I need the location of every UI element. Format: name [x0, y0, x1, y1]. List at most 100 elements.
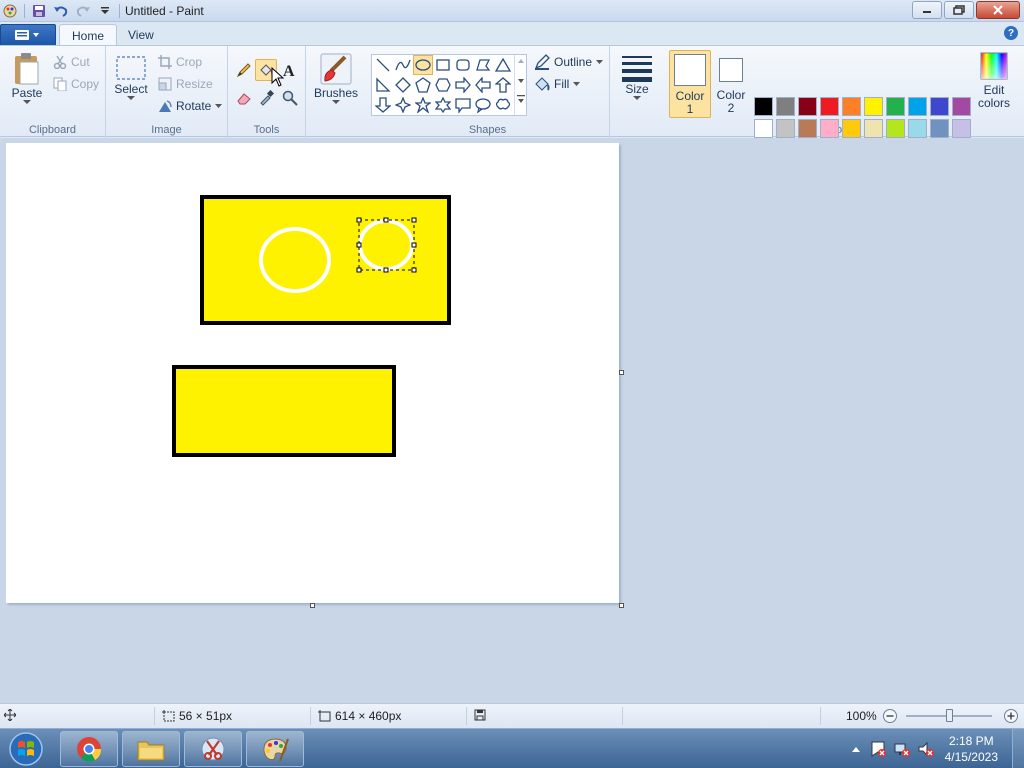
- rotate-button[interactable]: Rotate: [158, 96, 223, 116]
- fill-label: Fill: [554, 77, 570, 91]
- palette-swatch[interactable]: [864, 97, 883, 116]
- color1-button[interactable]: Color 1: [669, 50, 711, 118]
- five-point-star-shape[interactable]: [413, 95, 433, 115]
- zoom-in-button[interactable]: [1003, 708, 1019, 724]
- tab-view[interactable]: View: [116, 24, 166, 46]
- scissors-icon: [53, 55, 67, 69]
- palette-swatch[interactable]: [908, 97, 927, 116]
- palette-swatch[interactable]: [776, 119, 795, 138]
- palette-swatch[interactable]: [886, 97, 905, 116]
- taskbar-clock[interactable]: 2:18 PM 4/15/2023: [945, 733, 998, 765]
- color2-button[interactable]: Color 2: [713, 50, 749, 118]
- shapes-scrollbar[interactable]: [514, 55, 526, 115]
- rectangle-shape[interactable]: [433, 55, 453, 75]
- help-button[interactable]: ?: [1004, 26, 1018, 40]
- taskbar-snipping-tool[interactable]: [184, 731, 242, 767]
- palette-swatch[interactable]: [952, 97, 971, 116]
- fill-button[interactable]: Fill: [534, 74, 581, 94]
- eraser-tool[interactable]: [233, 87, 255, 109]
- edit-colors-button[interactable]: Edit colors: [974, 52, 1014, 118]
- brushes-button[interactable]: Brushes: [314, 52, 358, 105]
- palette-swatch[interactable]: [776, 97, 795, 116]
- canvas-resize-handle-right[interactable]: [619, 370, 624, 375]
- zoom-level: 100%: [846, 709, 877, 723]
- palette-swatch[interactable]: [798, 119, 817, 138]
- magnifier-tool[interactable]: [279, 87, 301, 109]
- right-triangle-shape[interactable]: [373, 75, 393, 95]
- palette-swatch[interactable]: [820, 119, 839, 138]
- palette-swatch[interactable]: [930, 119, 949, 138]
- six-point-star-shape[interactable]: [433, 95, 453, 115]
- copy-button[interactable]: Copy: [53, 74, 99, 94]
- curve-shape[interactable]: [393, 55, 413, 75]
- palette-swatch[interactable]: [798, 97, 817, 116]
- redo-icon[interactable]: [75, 3, 91, 19]
- line-shape[interactable]: [373, 55, 393, 75]
- pentagon-icon: [415, 77, 431, 93]
- drawing-canvas[interactable]: [6, 143, 619, 603]
- taskbar-paint[interactable]: [246, 731, 304, 767]
- color-picker-tool[interactable]: [255, 87, 277, 109]
- cloud-callout-shape[interactable]: [493, 95, 513, 115]
- palette-swatch[interactable]: [952, 119, 971, 138]
- windows-logo-icon: [9, 732, 43, 766]
- oval-shape[interactable]: [413, 55, 433, 75]
- action-center-icon[interactable]: [869, 740, 887, 758]
- ribbon: Paste Cut Copy Clipboard Select Crop Res…: [0, 45, 1024, 160]
- down-arrow-shape[interactable]: [373, 95, 393, 115]
- zoom-slider-thumb[interactable]: [946, 709, 953, 722]
- hexagon-shape[interactable]: [433, 75, 453, 95]
- zoom-slider[interactable]: [906, 709, 992, 722]
- minimize-button[interactable]: [912, 1, 942, 19]
- resize-button[interactable]: Resize: [158, 74, 213, 94]
- undo-icon[interactable]: [53, 3, 69, 19]
- show-hidden-icons-icon[interactable]: [851, 745, 861, 753]
- cut-label: Cut: [71, 55, 90, 69]
- diamond-shape[interactable]: [393, 75, 413, 95]
- zoom-out-button[interactable]: [882, 708, 898, 724]
- taskbar-chrome[interactable]: [60, 731, 118, 767]
- triangle-shape[interactable]: [493, 55, 513, 75]
- rounded-rectangle-shape[interactable]: [453, 55, 473, 75]
- palette-swatch[interactable]: [908, 119, 927, 138]
- crop-button[interactable]: Crop: [158, 52, 202, 72]
- restore-button[interactable]: [944, 1, 974, 19]
- paste-button[interactable]: Paste: [8, 52, 46, 105]
- taskbar-file-explorer[interactable]: [122, 731, 180, 767]
- show-desktop-button[interactable]: [1012, 729, 1024, 768]
- oval-callout-shape[interactable]: [473, 95, 493, 115]
- palette-swatch[interactable]: [754, 119, 773, 138]
- size-button[interactable]: Size: [618, 54, 656, 101]
- canvas-resize-handle-corner[interactable]: [619, 603, 624, 608]
- palette-swatch[interactable]: [842, 119, 861, 138]
- close-button[interactable]: [976, 1, 1020, 19]
- paint-app-icon[interactable]: [2, 3, 18, 19]
- save-icon[interactable]: [31, 3, 47, 19]
- palette-swatch[interactable]: [886, 119, 905, 138]
- volume-icon[interactable]: [917, 740, 935, 758]
- up-arrow-icon: [495, 77, 511, 93]
- four-point-star-shape[interactable]: [393, 95, 413, 115]
- left-arrow-shape[interactable]: [473, 75, 493, 95]
- palette-swatch[interactable]: [930, 97, 949, 116]
- up-arrow-shape[interactable]: [493, 75, 513, 95]
- color1-swatch: [674, 54, 706, 86]
- palette-swatch[interactable]: [864, 119, 883, 138]
- cut-button[interactable]: Cut: [53, 52, 90, 72]
- rectangular-callout-shape[interactable]: [453, 95, 473, 115]
- network-icon[interactable]: [893, 740, 911, 758]
- paint-menu-button[interactable]: [0, 24, 56, 46]
- pentagon-shape[interactable]: [413, 75, 433, 95]
- pencil-tool[interactable]: [233, 59, 255, 81]
- polygon-shape[interactable]: [473, 55, 493, 75]
- right-arrow-shape[interactable]: [453, 75, 473, 95]
- canvas-resize-handle-bottom[interactable]: [310, 603, 315, 608]
- select-button[interactable]: Select: [114, 54, 148, 101]
- tab-home[interactable]: Home: [59, 24, 118, 46]
- palette-swatch[interactable]: [820, 97, 839, 116]
- start-button[interactable]: [4, 731, 48, 767]
- outline-button[interactable]: Outline: [534, 52, 604, 72]
- customize-qat-icon[interactable]: [97, 3, 113, 19]
- palette-swatch[interactable]: [842, 97, 861, 116]
- palette-swatch[interactable]: [754, 97, 773, 116]
